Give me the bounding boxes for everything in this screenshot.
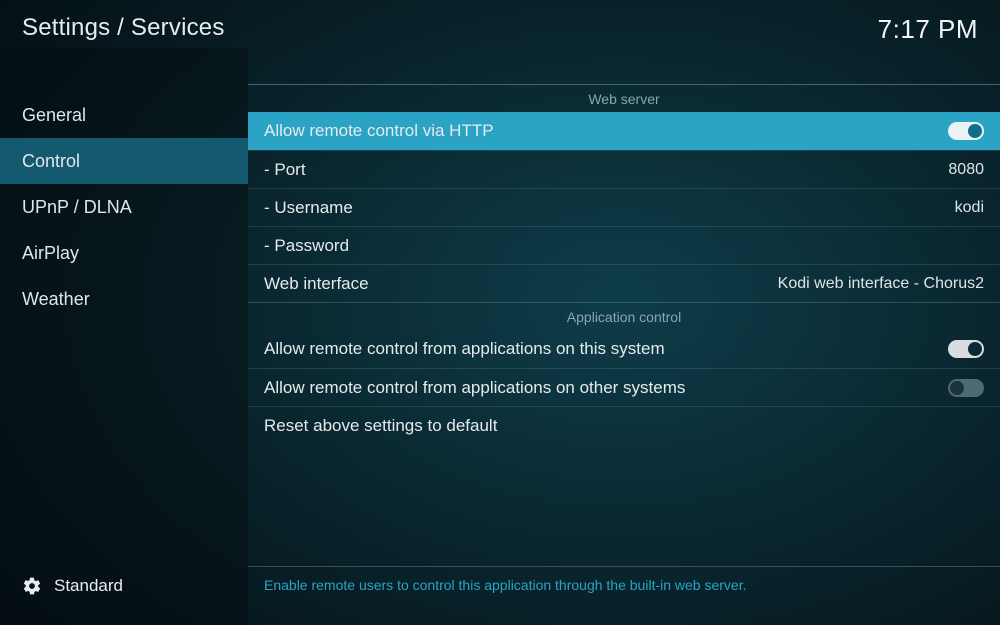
hint-text: Enable remote users to control this appl… [248, 567, 1000, 625]
section-header: Application control [248, 302, 1000, 330]
setting-row[interactable]: - Port 8080 [248, 150, 1000, 188]
clock: 7:17 PM [878, 14, 978, 45]
setting-label: - Port [264, 160, 306, 180]
setting-row[interactable]: Allow remote control via HTTP [248, 112, 1000, 150]
section-header: Web server [248, 84, 1000, 112]
toggle-switch[interactable] [948, 122, 984, 140]
setting-label: - Password [264, 236, 349, 256]
toggle-switch[interactable] [948, 379, 984, 397]
setting-value: kodi [955, 199, 984, 217]
setting-row[interactable]: - Password [248, 226, 1000, 264]
sidebar-item-upnp-dlna[interactable]: UPnP / DLNA [0, 184, 248, 230]
setting-row[interactable]: Reset above settings to default [248, 406, 1000, 444]
setting-label: - Username [264, 198, 353, 218]
sidebar-item-general[interactable]: General [0, 92, 248, 138]
breadcrumb: Settings / Services [22, 14, 225, 42]
setting-row[interactable]: - Username kodi [248, 188, 1000, 226]
setting-row[interactable]: Web interface Kodi web interface - Chorus… [248, 264, 1000, 302]
setting-row[interactable]: Allow remote control from applications o… [248, 368, 1000, 406]
content: Web server Allow remote control via HTTP -… [248, 48, 1000, 625]
sidebar-item-control[interactable]: Control [0, 138, 248, 184]
setting-label: Allow remote control from applications o… [264, 378, 685, 398]
gear-icon [22, 576, 42, 596]
sidebar-item-weather[interactable]: Weather [0, 276, 248, 322]
settings-level-button[interactable]: Standard [0, 563, 248, 609]
header: Settings / Services 7:17 PM [0, 0, 1000, 48]
setting-value: Kodi web interface - Chorus2 [778, 275, 984, 293]
toggle-switch[interactable] [948, 340, 984, 358]
setting-label: Web interface [264, 274, 369, 294]
setting-label: Allow remote control via HTTP [264, 121, 494, 141]
setting-label: Reset above settings to default [264, 416, 497, 436]
sidebar-item-airplay[interactable]: AirPlay [0, 230, 248, 276]
settings-level-label: Standard [54, 576, 123, 596]
setting-value: 8080 [948, 161, 984, 179]
setting-label: Allow remote control from applications o… [264, 339, 665, 359]
sidebar: GeneralControlUPnP / DLNAAirPlayWeather … [0, 48, 248, 625]
setting-row[interactable]: Allow remote control from applications o… [248, 330, 1000, 368]
